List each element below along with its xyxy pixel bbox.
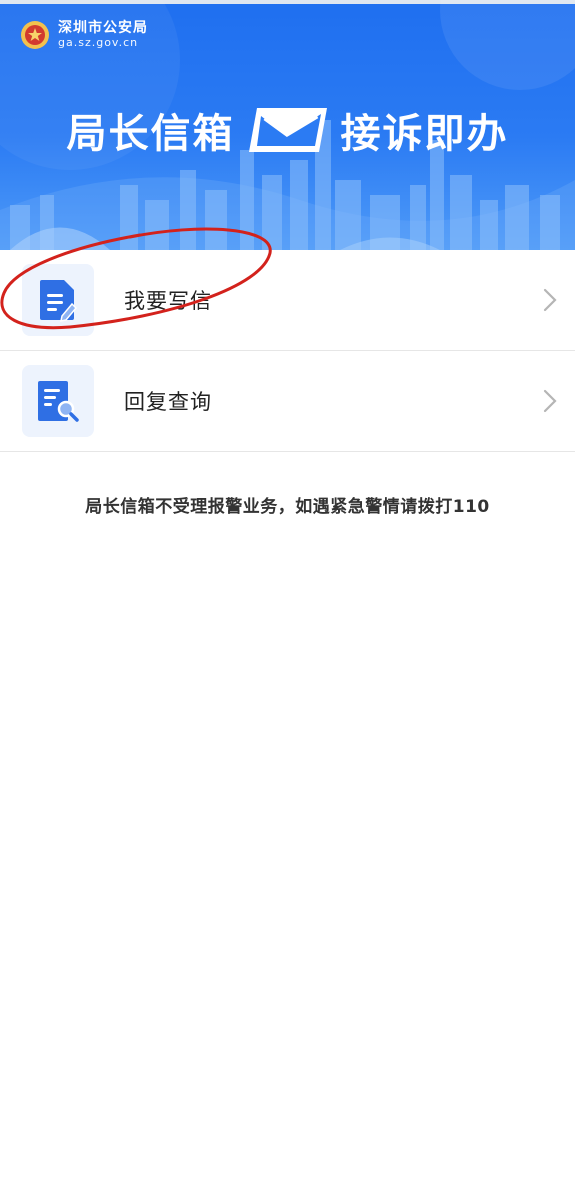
write-letter-icon (40, 280, 78, 322)
menu-list: 我要写信 回复查询 (0, 250, 575, 452)
menu-item-reply-query[interactable]: 回复查询 (0, 351, 575, 452)
org-name: 深圳市公安局 (58, 20, 148, 36)
icon-container (22, 264, 94, 336)
page-title: 局长信箱 接诉即办 (0, 100, 575, 160)
icon-container (22, 365, 94, 437)
search-reply-icon (38, 381, 79, 422)
police-emblem-icon (21, 21, 49, 49)
chevron-right-icon (543, 389, 557, 413)
menu-item-label: 回复查询 (124, 390, 212, 414)
menu-item-write-letter[interactable]: 我要写信 (0, 250, 575, 351)
org-url: ga.sz.gov.cn (58, 36, 139, 49)
notice-text: 局长信箱不受理报警业务，如遇紧急警情请拨打110 (85, 497, 490, 517)
title-left: 局长信箱 (66, 110, 235, 157)
title-right: 接诉即办 (340, 110, 509, 157)
mail-envelope-icon (248, 108, 327, 152)
menu-item-label: 我要写信 (124, 289, 212, 313)
header-banner: 深圳市公安局 ga.sz.gov.cn 局长信箱 接诉即办 (0, 0, 575, 250)
org-logo: 深圳市公安局 ga.sz.gov.cn (20, 20, 148, 50)
chevron-right-icon (543, 288, 557, 312)
